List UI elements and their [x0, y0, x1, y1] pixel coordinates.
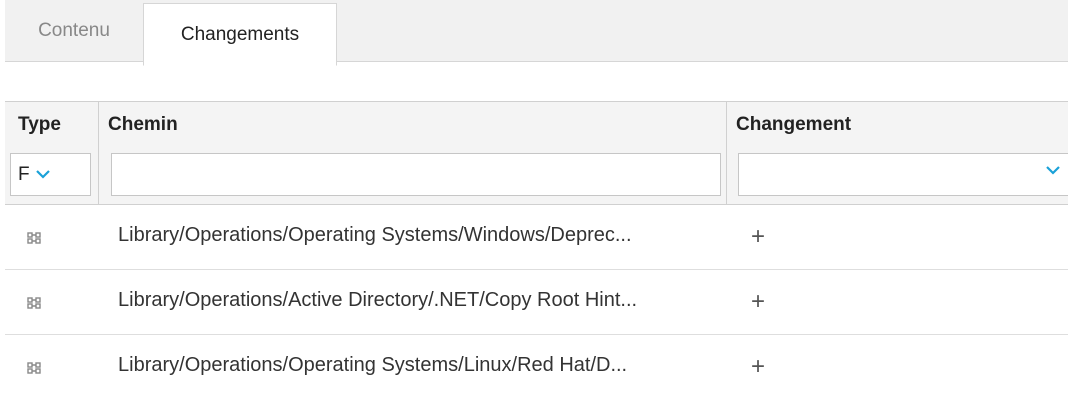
table-row[interactable]: Library/Operations/Active Directory/.NET… [5, 270, 1068, 335]
column-header-chemin[interactable]: Chemin [108, 114, 178, 136]
type-filter-value: F [18, 163, 30, 185]
column-changement: Changement [726, 102, 1068, 204]
tab-contenu[interactable]: Contenu [5, 0, 143, 62]
change-added-indicator: + [751, 353, 766, 380]
tab-bar: Contenu Changements [5, 0, 1068, 66]
row-path: Library/Operations/Active Directory/.NET… [118, 289, 638, 311]
flow-icon [27, 231, 41, 249]
type-filter-select[interactable]: F [10, 153, 91, 196]
row-path: Library/Operations/Operating Systems/Lin… [118, 354, 628, 376]
table-row[interactable]: Library/Operations/Operating Systems/Lin… [5, 335, 1068, 400]
change-added-indicator: + [751, 288, 766, 315]
flow-icon [27, 361, 41, 379]
table-header: Type F Chemin Changement [5, 101, 1068, 205]
chevron-down-icon [1046, 166, 1060, 175]
chemin-filter-input[interactable] [111, 153, 721, 196]
column-chemin: Chemin [98, 102, 726, 204]
changes-table: Type F Chemin Changement Library/Operati… [5, 101, 1068, 400]
row-path: Library/Operations/Operating Systems/Win… [118, 224, 632, 246]
change-added-indicator: + [751, 223, 766, 250]
column-type: Type F [5, 102, 98, 204]
column-header-changement[interactable]: Changement [736, 114, 851, 136]
flow-icon [27, 296, 41, 314]
table-row[interactable]: Library/Operations/Operating Systems/Win… [5, 205, 1068, 270]
column-header-type[interactable]: Type [18, 114, 61, 136]
changement-filter-select[interactable] [738, 153, 1068, 196]
chevron-down-icon [35, 170, 50, 179]
tab-changements[interactable]: Changements [143, 3, 337, 66]
